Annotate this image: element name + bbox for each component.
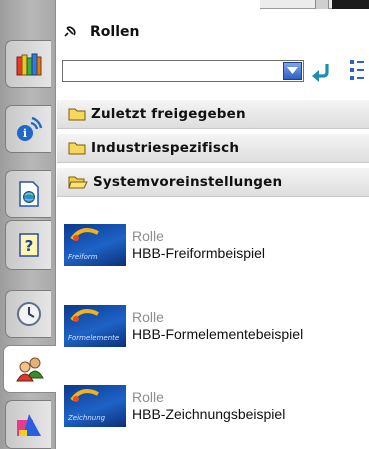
thumbnail-caption: Formelemente	[68, 334, 120, 342]
window-top-edge	[260, 0, 369, 9]
tab-library[interactable]	[5, 40, 51, 88]
role-thumbnail: Zeichnung	[64, 385, 126, 427]
item-name: HBB-Formelementebeispiel	[132, 326, 304, 342]
top-dark-bar	[332, 0, 369, 9]
books-icon	[16, 53, 41, 76]
item-type: Rolle	[132, 309, 164, 325]
hbb-logo-icon	[70, 228, 99, 241]
folder-open-icon	[68, 176, 88, 189]
tab-history[interactable]	[5, 290, 51, 338]
search-input[interactable]	[66, 63, 280, 81]
thumbnail-caption: Zeichnung	[68, 414, 106, 422]
search-combobox[interactable]	[62, 60, 304, 82]
hbb-logo-icon	[70, 389, 99, 402]
section-industry-specific[interactable]: Industriespezifisch	[57, 133, 369, 163]
pin-icon[interactable]	[62, 25, 76, 39]
clock-icon	[16, 302, 41, 326]
list-item[interactable]: Zeichnung Rolle HBB-Zeichnungsbeispiel	[64, 381, 285, 431]
vertical-tab-strip: i ?	[0, 0, 56, 449]
list-item[interactable]: Freiform Rolle HBB-Freiformbeispiel	[64, 220, 265, 270]
list-view-icon[interactable]	[349, 58, 365, 84]
color-shapes-icon	[16, 413, 41, 436]
apply-arrow-icon[interactable]	[311, 62, 333, 82]
tab-roles[interactable]	[3, 345, 56, 393]
role-thumbnail: Freiform	[64, 224, 126, 266]
users-roles-icon	[16, 357, 44, 382]
dropdown-button[interactable]	[283, 62, 302, 80]
thumbnail-caption: Freiform	[68, 253, 98, 261]
role-thumbnail: Formelemente	[64, 305, 126, 347]
item-name: HBB-Freiformbeispiel	[132, 245, 266, 261]
top-splitter-handle[interactable]	[315, 0, 329, 9]
section-label: Zuletzt freigegeben	[91, 106, 246, 122]
svg-text:i: i	[22, 127, 26, 140]
tab-appearance[interactable]	[5, 400, 51, 449]
list-item[interactable]: Formelemente Rolle HBB-Formelementebeisp…	[64, 301, 303, 351]
section-label: Systemvoreinstellungen	[93, 174, 283, 190]
item-type: Rolle	[132, 389, 164, 405]
document-globe-icon	[18, 181, 39, 207]
folder-closed-icon	[68, 142, 86, 155]
chevron-down-icon	[287, 67, 298, 74]
folder-closed-icon	[68, 108, 86, 121]
tab-help[interactable]: ?	[5, 220, 51, 270]
item-name: HBB-Zeichnungsbeispiel	[132, 406, 286, 422]
tab-web-document[interactable]	[5, 170, 51, 218]
page-title: Rollen	[90, 24, 140, 40]
section-label: Industriespezifisch	[91, 140, 240, 156]
item-type: Rolle	[132, 228, 164, 244]
svg-text:?: ?	[24, 237, 33, 255]
section-recently-released[interactable]: Zuletzt freigegeben	[57, 99, 369, 129]
hbb-logo-icon	[70, 309, 99, 322]
tab-info[interactable]: i	[5, 105, 51, 153]
panel-header: Rollen	[62, 22, 139, 42]
section-system-defaults[interactable]: Systemvoreinstellungen	[57, 167, 369, 197]
info-broadcast-icon: i	[16, 116, 42, 141]
help-question-icon: ?	[18, 233, 39, 257]
